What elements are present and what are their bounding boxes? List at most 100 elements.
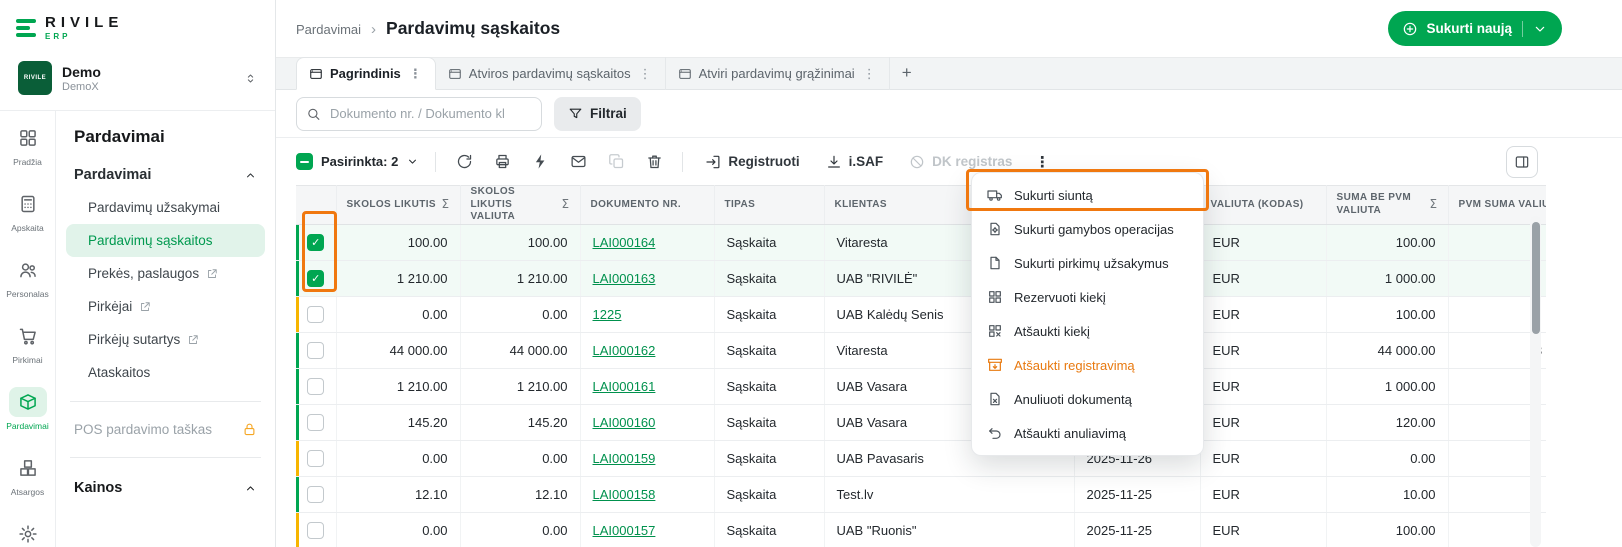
chevron-down-icon[interactable] (406, 155, 419, 168)
selection-control[interactable]: Pasirinkta: 2 (296, 153, 423, 170)
print-button[interactable] (486, 146, 518, 178)
row-checkbox[interactable] (307, 306, 324, 323)
sum-icon[interactable] (442, 197, 450, 212)
column-settings-button[interactable] (1506, 146, 1538, 178)
add-tab-button[interactable] (890, 56, 924, 89)
rail-item-prad-ia[interactable]: Pradžia (1, 123, 55, 167)
column-header-tipas[interactable]: TIPAS (714, 186, 824, 225)
document-link[interactable]: LAI000162 (593, 343, 656, 358)
company-selector[interactable]: RIVILE Demo DemoX (12, 52, 263, 104)
brand-logo-icon (16, 19, 36, 37)
rail-item-atsargos[interactable]: Atsargos (1, 453, 55, 497)
sidebar-item-pirk-jai[interactable]: Pirkėjai (66, 290, 265, 323)
table-row[interactable]: 12.1012.10LAI000158SąskaitaTest.lv2025-1… (296, 476, 1546, 512)
create-new-dropdown-icon[interactable] (1522, 21, 1548, 37)
context-menu-item-sukurti-pirkim-u-sakymus[interactable]: Sukurti pirkimų užsakymus (972, 246, 1203, 280)
table-row[interactable]: 1 210.001 210.00LAI000161SąskaitaUAB Vas… (296, 368, 1546, 404)
table-row[interactable]: 1 210.001 210.00LAI000163SąskaitaUAB "RI… (296, 260, 1546, 296)
context-menu-item-sukurti-gamybos-operacijas[interactable]: Sukurti gamybos operacijas (972, 212, 1203, 246)
cell-suma_be_pvm: 1 000.00 (1326, 260, 1448, 296)
table-row[interactable]: 44 000.0044 000.00LAI000162SąskaitaVitar… (296, 332, 1546, 368)
company-switch-icon[interactable] (244, 72, 257, 85)
document-link[interactable]: LAI000157 (593, 523, 656, 538)
column-header-suma-be-pvm-valiuta[interactable]: SUMA BE PVM VALIUTA (1326, 186, 1448, 225)
search-input[interactable] (296, 97, 542, 131)
sidebar-item-ataskaitos[interactable]: Ataskaitos (66, 356, 265, 389)
context-menu-item-at-aukti-anuliavim[interactable]: Atšaukti anuliavimą (972, 416, 1203, 450)
sum-icon[interactable] (1430, 197, 1438, 212)
isaf-button[interactable]: i.SAF (816, 146, 894, 178)
copy-button[interactable] (600, 146, 632, 178)
document-link[interactable]: LAI000163 (593, 271, 656, 286)
cell-klientas: UAB "Ruonis" (824, 512, 1074, 547)
context-menu-item-sukurti-siunt[interactable]: Sukurti siuntą (972, 178, 1203, 212)
document-link[interactable]: LAI000164 (593, 235, 656, 250)
row-checkbox[interactable] (307, 450, 324, 467)
vertical-scrollbar[interactable] (1530, 216, 1541, 547)
tab-menu-dots-icon[interactable] (862, 66, 877, 82)
sum-icon[interactable] (562, 197, 570, 212)
refresh-button[interactable] (448, 146, 480, 178)
table-header-row: SKOLOS LIKUTISSKOLOS LIKUTIS VALIUTADOKU… (296, 186, 1546, 225)
cell-skolos_likutis: 0.00 (336, 296, 460, 332)
rail-item-personalas[interactable]: Personalas (1, 255, 55, 299)
cell-skolos_likutis_valiuta: 1 210.00 (460, 368, 580, 404)
row-checkbox[interactable] (307, 378, 324, 395)
rail-item-gear[interactable] (1, 519, 55, 547)
row-checkbox[interactable] (307, 486, 324, 503)
select-all-checkbox[interactable] (296, 153, 313, 170)
quick-action-button[interactable] (524, 146, 556, 178)
row-checkbox[interactable] (307, 342, 324, 359)
scrollbar-thumb[interactable] (1532, 222, 1540, 334)
cell-dokumento_nr: LAI000158 (580, 476, 714, 512)
tab-menu-dots-icon[interactable] (638, 66, 653, 82)
tab-atviros-pardavim-s-skaitos[interactable]: Atviros pardavimų sąskaitos (436, 57, 666, 90)
register-button[interactable]: Registruoti (695, 146, 809, 178)
rail-item-pardavimai[interactable]: Pardavimai (1, 387, 55, 431)
brand-logo[interactable]: RIVILE ERP (12, 8, 263, 48)
company-name: Demo (62, 64, 101, 80)
context-menu-item-rezervuoti-kiek[interactable]: Rezervuoti kiekį (972, 280, 1203, 314)
row-status-strip (296, 441, 299, 476)
delete-button[interactable] (638, 146, 670, 178)
document-link[interactable]: LAI000159 (593, 451, 656, 466)
divider (682, 152, 683, 172)
breadcrumb-parent[interactable]: Pardavimai (296, 22, 361, 37)
column-header-skolos-likutis[interactable]: SKOLOS LIKUTIS (336, 186, 460, 225)
document-link[interactable]: LAI000161 (593, 379, 656, 394)
sidebar-item-prek-s-paslaugos[interactable]: Prekės, paslaugos (66, 257, 265, 290)
tab-menu-dots-icon[interactable] (408, 66, 423, 82)
table-row[interactable]: 0.000.001225SąskaitaUAB Kalėdų SenisEUR1… (296, 296, 1546, 332)
column-header-valiuta-kodas[interactable]: VALIUTA (KODAS) (1200, 186, 1326, 225)
document-link[interactable]: LAI000158 (593, 487, 656, 502)
filters-button[interactable]: Filtrai (554, 97, 641, 131)
sidebar-section-kainos[interactable]: Kainos (66, 472, 265, 504)
context-menu-item-at-aukti-registravim[interactable]: Atšaukti registravimą (972, 348, 1203, 382)
row-checkbox[interactable] (307, 522, 324, 539)
document-link[interactable]: 1225 (593, 307, 622, 322)
row-checkbox[interactable] (307, 414, 324, 431)
context-menu-item-anuliuoti-dokument[interactable]: Anuliuoti dokumentą (972, 382, 1203, 416)
sidebar-item-pardavim-s-skaitos[interactable]: Pardavimų sąskaitos (66, 224, 265, 257)
sidebar-item-pos[interactable]: POS pardavimo taškas (66, 414, 265, 445)
row-checkbox[interactable] (307, 270, 324, 287)
document-link[interactable]: LAI000160 (593, 415, 656, 430)
rail-item-pirkimai[interactable]: Pirkimai (1, 321, 55, 365)
tab-pagrindinis[interactable]: Pagrindinis (296, 57, 436, 90)
column-header-skolos-likutis-valiuta[interactable]: SKOLOS LIKUTIS VALIUTA (460, 186, 580, 225)
tab-atviri-pardavim-gr-inimai[interactable]: Atviri pardavimų grąžinimai (666, 57, 890, 90)
table-row[interactable]: 0.000.00LAI000159SąskaitaUAB Pavasaris20… (296, 440, 1546, 476)
send-email-button[interactable] (562, 146, 594, 178)
column-header-dokumento-nr[interactable]: DOKUMENTO NR. (580, 186, 714, 225)
context-menu-item-at-aukti-kiek[interactable]: Atšaukti kiekį (972, 314, 1203, 348)
sidebar-item-pirk-j-sutartys[interactable]: Pirkėjų sutartys (66, 323, 265, 356)
column-header-checkbox[interactable] (296, 186, 336, 225)
create-new-button[interactable]: Sukurti naują (1388, 11, 1562, 46)
row-checkbox[interactable] (307, 234, 324, 251)
sidebar-section-pardavimai[interactable]: Pardavimai (66, 159, 265, 191)
table-row[interactable]: 100.00100.00LAI000164SąskaitaVitarestaEU… (296, 224, 1546, 260)
table-row[interactable]: 145.20145.20LAI000160SąskaitaUAB VasaraE… (296, 404, 1546, 440)
sidebar-item-pardavim-u-sakymai[interactable]: Pardavimų užsakymai (66, 191, 265, 224)
rail-item-apskaita[interactable]: Apskaita (1, 189, 55, 233)
table-row[interactable]: 0.000.00LAI000157SąskaitaUAB "Ruonis"202… (296, 512, 1546, 547)
